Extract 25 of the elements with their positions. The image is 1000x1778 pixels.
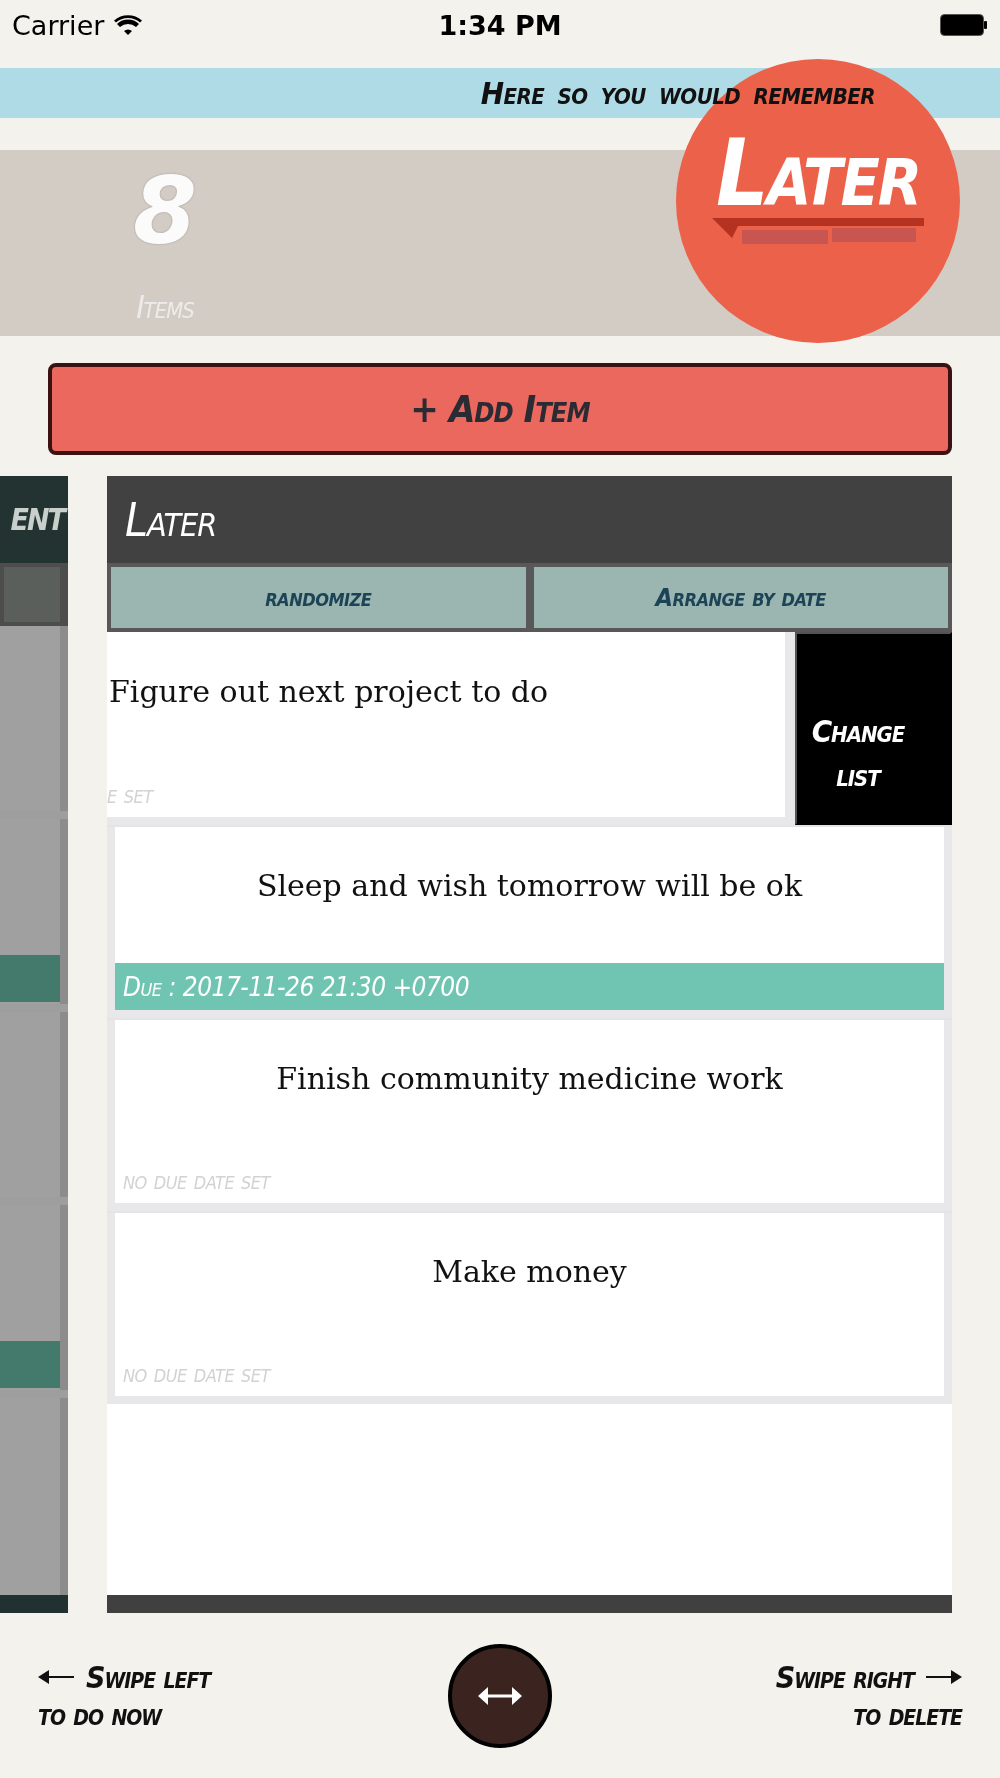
due-date-label: Due : 2017-11-26 21:30 +0700 xyxy=(115,963,944,1010)
panel-footer-bar xyxy=(0,1595,68,1613)
swipe-hint: to do now xyxy=(38,1696,163,1732)
swipe-hint: Swipe right xyxy=(775,1659,914,1695)
swipe-hint: Swipe left xyxy=(86,1659,211,1695)
wifi-icon xyxy=(114,14,143,36)
list-title: Later xyxy=(125,492,217,547)
add-item-button[interactable]: + Add Item xyxy=(48,363,952,455)
task-title: Sleep and wish tomorrow will be ok xyxy=(255,866,804,905)
logo-text: Later xyxy=(715,128,921,220)
task-card[interactable]: Sleep and wish tomorrow will be ok Due : 2017-11-26 21:30 +0700 xyxy=(107,827,952,1018)
arrow-left-icon xyxy=(38,1669,74,1685)
toolbar-strip xyxy=(0,563,68,626)
task-title: Make money xyxy=(431,1252,628,1291)
carrier-name: Carrier xyxy=(12,9,105,41)
battery-icon xyxy=(940,14,988,36)
task-title: Figure out next project to do xyxy=(108,672,550,711)
arrange-button[interactable]: Arrange by date xyxy=(533,567,948,628)
clock-time: 1:34 PM xyxy=(438,9,562,41)
swipe-hint: to delete xyxy=(853,1696,962,1732)
task-title: Finish community medicine work xyxy=(275,1059,784,1098)
change-list-button[interactable]: Change list xyxy=(795,632,952,825)
double-arrow-icon xyxy=(478,1685,522,1706)
randomize-button[interactable]: randomize xyxy=(111,567,526,628)
arrow-right-icon xyxy=(926,1669,962,1685)
